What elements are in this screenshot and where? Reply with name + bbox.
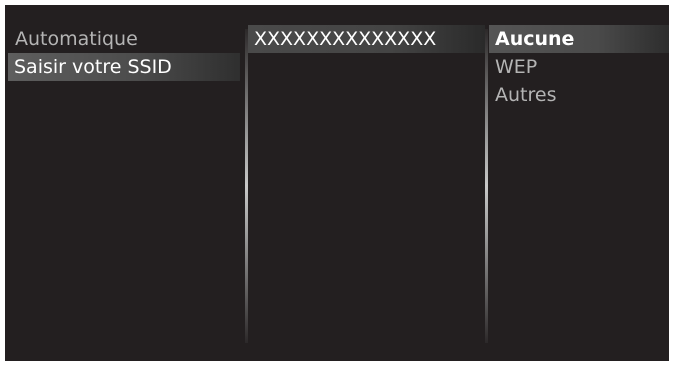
connection-method-list: Automatique Saisir votre SSID — [8, 25, 240, 343]
menu-item-autres[interactable]: Autres — [489, 81, 669, 109]
column-divider-2 — [485, 29, 488, 343]
ssid-input-field[interactable]: XXXXXXXXXXXXXX — [248, 25, 485, 53]
menu-item-aucune[interactable]: Aucune — [489, 25, 669, 53]
menu-item-wep[interactable]: WEP — [489, 53, 669, 81]
tv-menu-screen: Automatique Saisir votre SSID XXXXXXXXXX… — [5, 5, 669, 361]
menu-item-saisir-ssid[interactable]: Saisir votre SSID — [8, 53, 240, 81]
security-type-list: Aucune WEP Autres — [489, 25, 669, 343]
ssid-list: XXXXXXXXXXXXXX — [248, 25, 485, 343]
menu-item-automatique[interactable]: Automatique — [8, 25, 240, 53]
